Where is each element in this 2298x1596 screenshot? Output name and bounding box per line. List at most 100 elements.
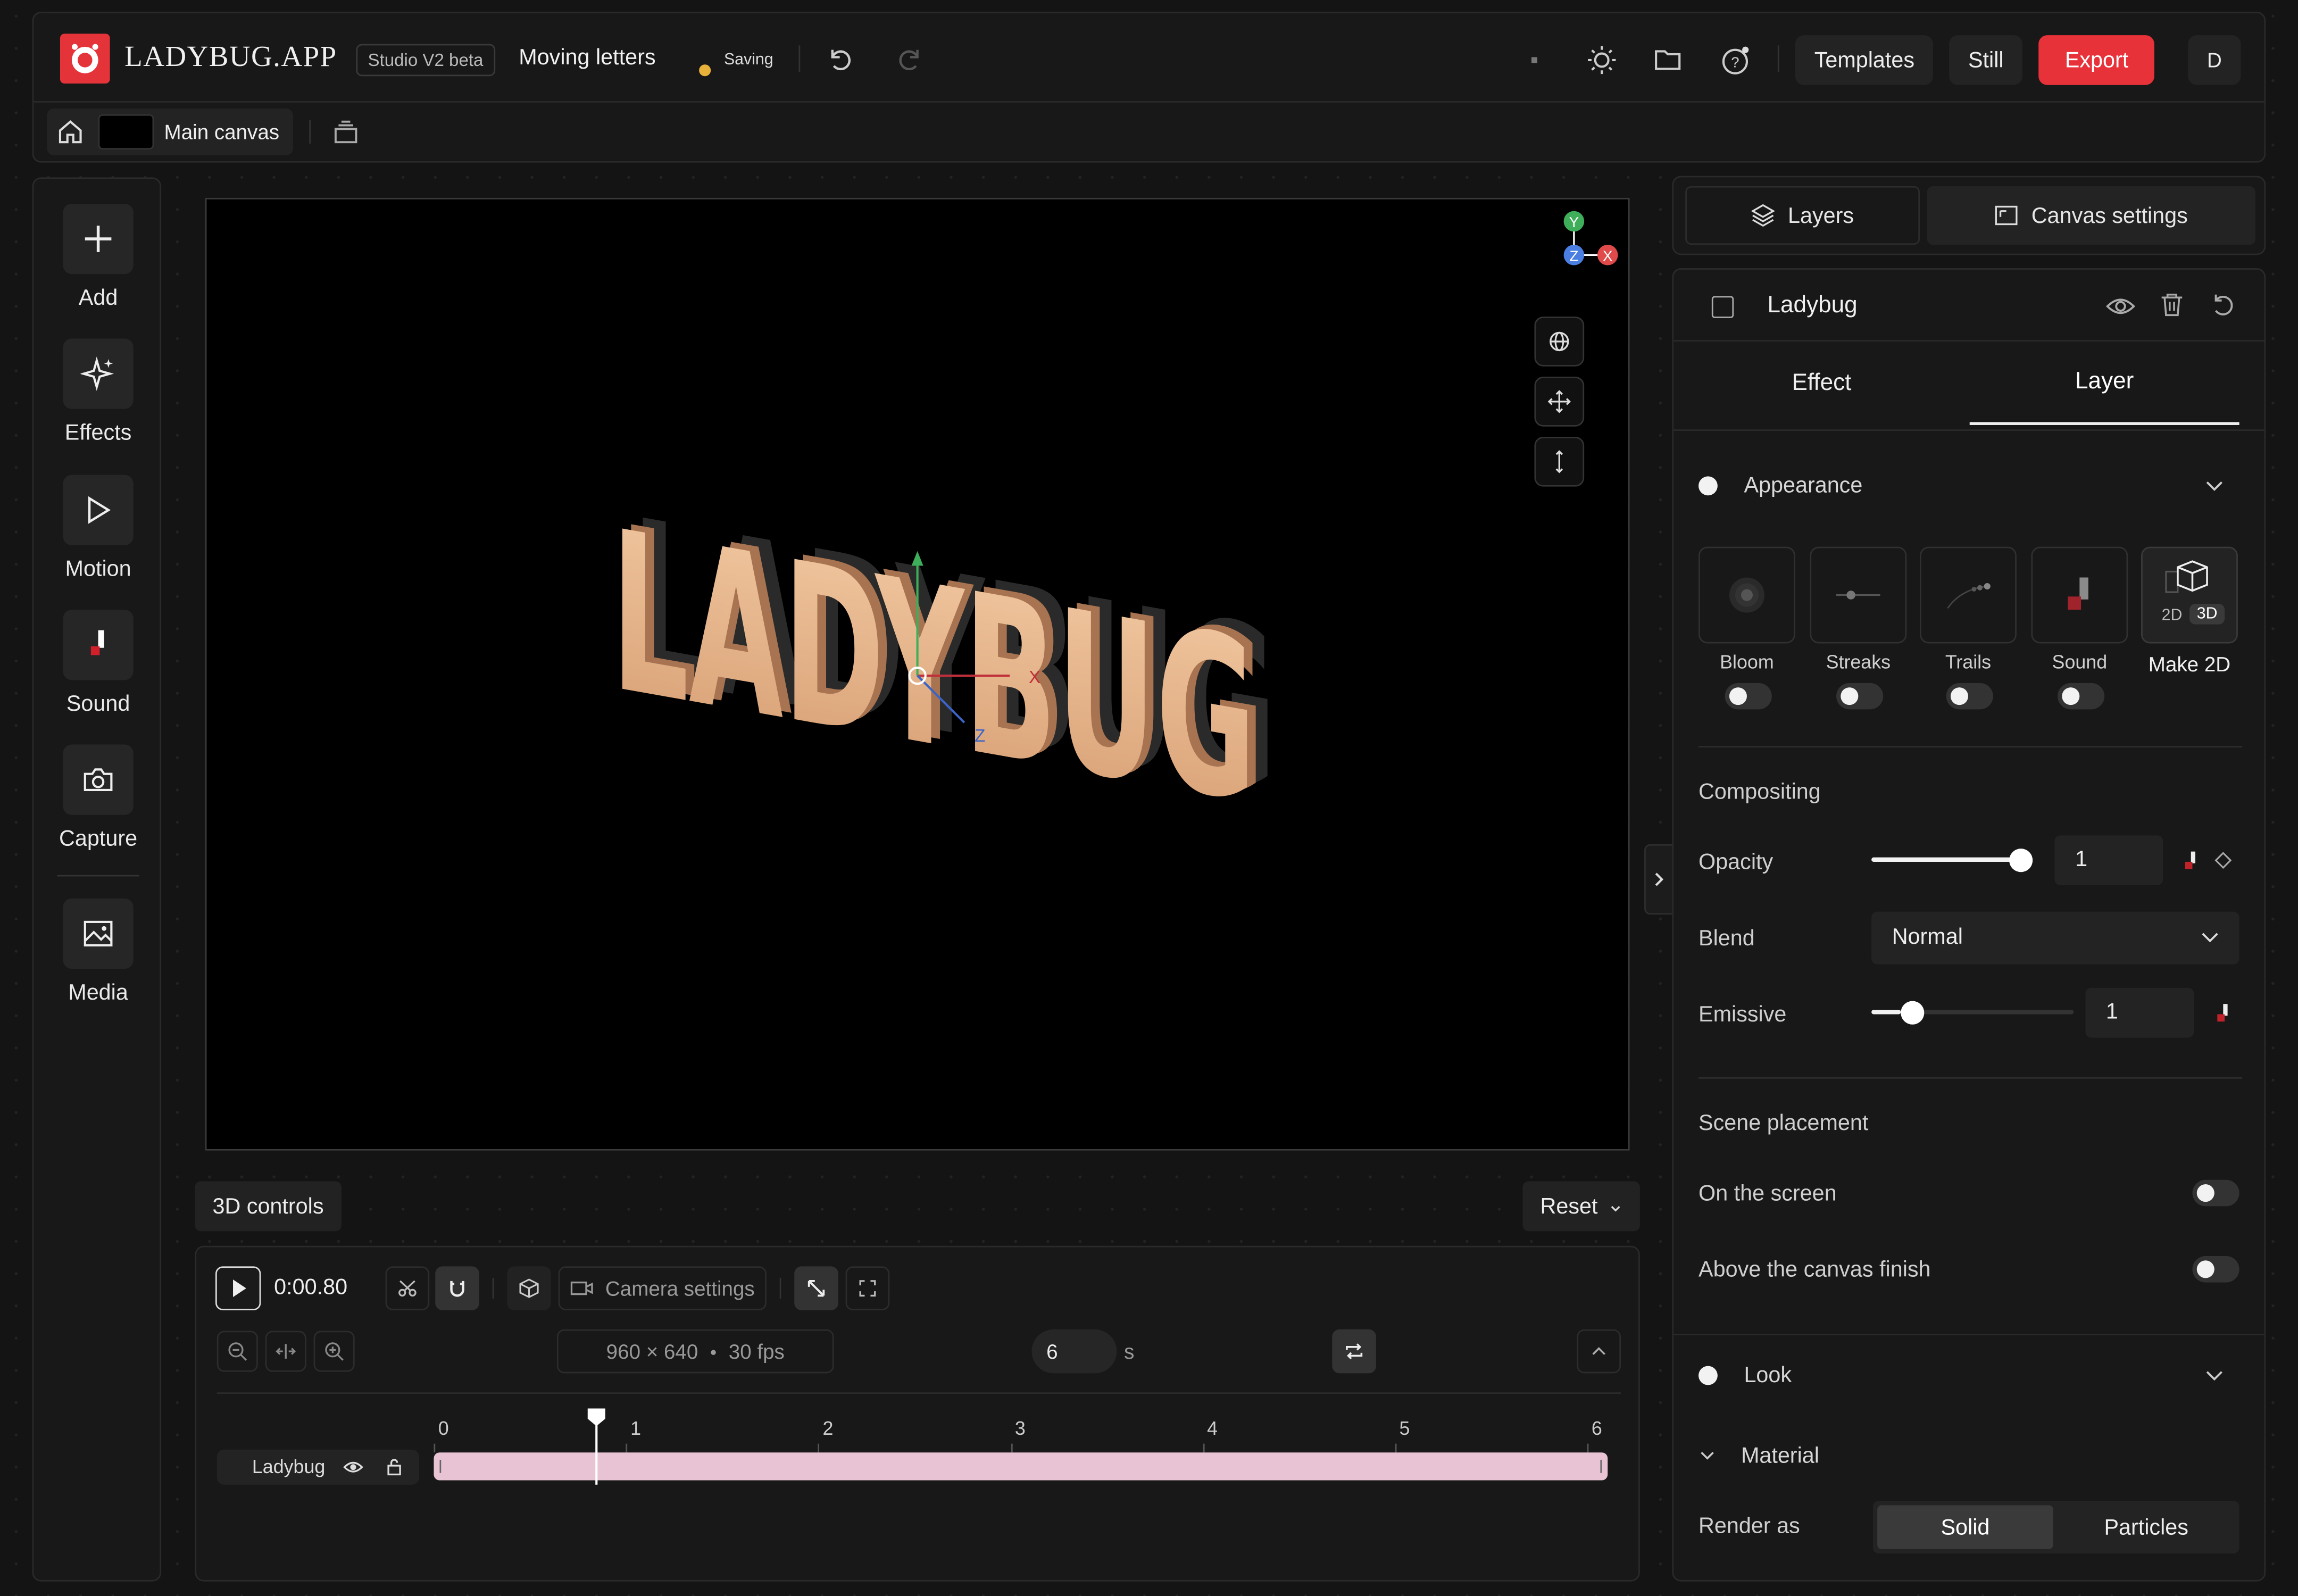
reset-button[interactable]: Reset xyxy=(1522,1181,1640,1232)
sound-tile[interactable] xyxy=(2031,546,2128,644)
divider xyxy=(779,1278,781,1299)
sound-link-icon[interactable] xyxy=(2216,1002,2231,1023)
on-screen-toggle[interactable] xyxy=(2192,1179,2239,1207)
cut-button[interactable] xyxy=(385,1266,430,1310)
eye-icon[interactable] xyxy=(2105,296,2136,317)
transform-tool-button[interactable] xyxy=(794,1266,838,1310)
gizmo-x-label: X xyxy=(1029,668,1040,687)
opacity-slider-knob[interactable] xyxy=(2009,849,2033,872)
emissive-slider[interactable] xyxy=(1871,1001,2074,1025)
zoom-in-button[interactable] xyxy=(313,1331,355,1372)
look-heading: Look xyxy=(1744,1363,1792,1388)
duration-input[interactable]: 6 xyxy=(1031,1329,1117,1374)
media-tool[interactable]: Media xyxy=(34,898,162,1005)
sound-toggle[interactable] xyxy=(2058,683,2105,710)
divider xyxy=(1698,1077,2243,1079)
sound-tool[interactable]: Sound xyxy=(34,610,162,717)
trails-toggle[interactable] xyxy=(1946,683,1993,710)
chevron-down-icon[interactable] xyxy=(1700,1451,1715,1461)
sun-icon[interactable] xyxy=(1581,39,1622,80)
bloom-toggle[interactable] xyxy=(1725,683,1772,710)
loop-button[interactable] xyxy=(1332,1329,1376,1374)
expand-timeline-button[interactable] xyxy=(1577,1329,1621,1374)
camera-settings-button[interactable]: Camera settings xyxy=(558,1266,767,1310)
lock-icon[interactable] xyxy=(387,1458,402,1476)
pan-button[interactable] xyxy=(1534,377,1585,427)
render-solid-option[interactable]: Solid xyxy=(1877,1505,2053,1550)
track-header[interactable]: Ladybug xyxy=(217,1449,419,1485)
playhead[interactable] xyxy=(586,1408,607,1485)
undo-icon[interactable] xyxy=(819,39,860,80)
main-canvas-crumb[interactable]: Main canvas xyxy=(47,108,293,156)
reset-icon[interactable] xyxy=(2210,292,2237,318)
capture-tool[interactable]: Capture xyxy=(34,744,162,852)
track-clip[interactable] xyxy=(434,1452,1608,1481)
globe-icon xyxy=(1550,331,1569,352)
clip-start-handle[interactable] xyxy=(439,1459,442,1473)
folder-icon[interactable] xyxy=(1647,39,1688,80)
opacity-input[interactable]: 1 xyxy=(2054,835,2163,886)
streaks-toggle[interactable] xyxy=(1836,683,1884,710)
tab-layer[interactable]: Layer xyxy=(1969,343,2239,425)
still-button[interactable]: Still xyxy=(1949,35,2023,85)
chevron-down-icon[interactable] xyxy=(2205,481,2223,493)
stack-icon[interactable] xyxy=(332,119,359,145)
zoom-out-button[interactable] xyxy=(217,1331,258,1372)
3d-mode-button[interactable] xyxy=(507,1266,551,1310)
dimension-tile[interactable]: 2D 3D xyxy=(2141,546,2238,644)
eye-icon[interactable] xyxy=(343,1460,364,1475)
emissive-slider-knob[interactable] xyxy=(1900,1001,1924,1025)
main-canvas[interactable]: LADYBUG LADYBUG LADYBUG X Z Y X Z xyxy=(205,197,1631,1152)
chevron-down-icon[interactable] xyxy=(2205,1370,2223,1382)
home-icon[interactable] xyxy=(57,119,84,145)
bloom-label: Bloom xyxy=(1720,651,1774,673)
help-icon[interactable]: ? xyxy=(1714,39,1755,80)
layer-name[interactable]: Ladybug xyxy=(1768,293,1858,320)
dolly-button[interactable] xyxy=(1534,436,1585,487)
templates-button[interactable]: Templates xyxy=(1795,35,1934,85)
render-particles-option[interactable]: Particles xyxy=(2058,1505,2235,1549)
snap-button[interactable] xyxy=(435,1266,479,1310)
dot-icon[interactable] xyxy=(1514,39,1555,80)
ruler-tick-label: 3 xyxy=(1014,1417,1026,1440)
avatar[interactable]: D xyxy=(2188,35,2241,85)
divider xyxy=(217,1392,1621,1394)
axis-orientation-widget[interactable]: Y X Z xyxy=(1552,208,1626,281)
opacity-slider[interactable] xyxy=(1871,849,2033,872)
canvas-resolution-display[interactable]: 960 × 640 ● 30 fps xyxy=(556,1329,834,1374)
keyframe-diamond-icon[interactable] xyxy=(2214,852,2232,869)
tab-canvas-settings[interactable]: Canvas settings xyxy=(1927,186,2255,245)
ruler-tick xyxy=(434,1443,436,1453)
ladybug-3d-text[interactable]: LADYBUG LADYBUG LADYBUG X Z xyxy=(206,200,1631,1152)
add-tool[interactable]: Add xyxy=(34,203,162,311)
play-button[interactable] xyxy=(215,1266,261,1310)
ruler-tick xyxy=(818,1443,820,1453)
sound-link-icon[interactable] xyxy=(2184,850,2199,871)
emissive-input[interactable]: 1 xyxy=(2085,987,2194,1038)
save-status-dot xyxy=(699,64,711,77)
fit-timeline-button[interactable] xyxy=(265,1331,306,1372)
trash-icon[interactable] xyxy=(2160,292,2184,318)
ladybug-logo-icon xyxy=(60,34,110,84)
blend-select[interactable]: Normal xyxy=(1871,911,2239,965)
clip-end-handle[interactable] xyxy=(1600,1459,1602,1473)
export-button[interactable]: Export xyxy=(2038,35,2155,85)
bloom-tile[interactable] xyxy=(1698,546,1795,644)
layer-select-checkbox[interactable] xyxy=(1711,296,1734,318)
material-heading[interactable]: Material xyxy=(1741,1444,1819,1469)
trails-tile[interactable] xyxy=(1920,546,2017,644)
timeline-panel: 0:00.80 Camera settings 960 × 640 ● 30 f… xyxy=(195,1245,1640,1582)
streaks-tile[interactable] xyxy=(1810,546,1907,644)
redo-icon[interactable] xyxy=(889,39,930,80)
tab-layers[interactable]: Layers xyxy=(1685,186,1920,245)
motion-tool[interactable]: Motion xyxy=(34,475,162,582)
project-title[interactable]: Moving letters xyxy=(519,45,655,70)
collapse-panel-handle[interactable] xyxy=(1644,844,1674,915)
above-canvas-toggle[interactable] xyxy=(2192,1256,2239,1283)
tab-effect[interactable]: Effect xyxy=(1673,343,1970,425)
globe-view-button[interactable] xyxy=(1534,317,1585,367)
make-2d-label[interactable]: Make 2D xyxy=(2141,652,2238,676)
effects-tool[interactable]: Effects xyxy=(34,338,162,446)
3d-controls-button[interactable]: 3D controls xyxy=(195,1181,342,1232)
fullscreen-button[interactable] xyxy=(845,1266,890,1310)
